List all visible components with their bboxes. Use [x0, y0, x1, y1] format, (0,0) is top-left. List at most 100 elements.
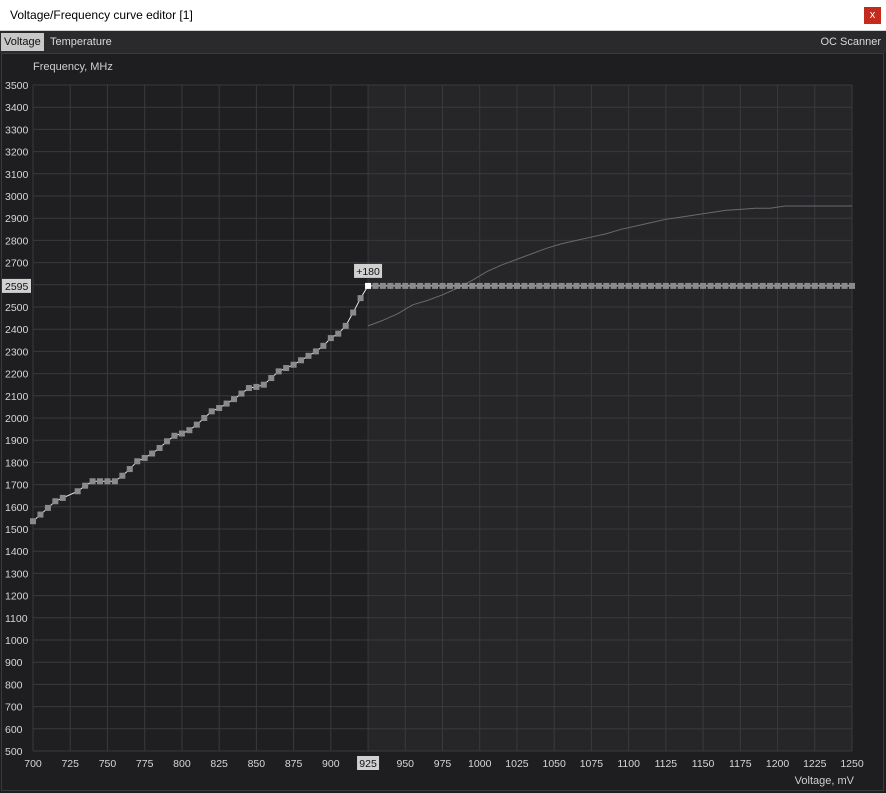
curve-point[interactable]: [82, 482, 89, 489]
curve-point[interactable]: [141, 454, 148, 461]
curve-point[interactable]: [811, 282, 818, 289]
curve-point[interactable]: [647, 282, 654, 289]
curve-point[interactable]: [625, 282, 632, 289]
curve-point[interactable]: [394, 282, 401, 289]
curve-point[interactable]: [283, 365, 290, 372]
curve-point[interactable]: [52, 498, 59, 505]
curve-point[interactable]: [268, 375, 275, 382]
curve-point[interactable]: [521, 282, 528, 289]
curve-point[interactable]: [640, 282, 647, 289]
curve-point[interactable]: [580, 282, 587, 289]
curve-point[interactable]: [402, 282, 409, 289]
curve-point[interactable]: [804, 282, 811, 289]
curve-point[interactable]: [387, 282, 394, 289]
curve-point[interactable]: [506, 282, 513, 289]
curve-point[interactable]: [231, 396, 238, 403]
curve-point[interactable]: [372, 282, 379, 289]
curve-point[interactable]: [588, 282, 595, 289]
curve-point[interactable]: [37, 511, 44, 518]
curve-point[interactable]: [134, 458, 141, 465]
vf-curve-chart[interactable]: 500 600 700 800 900 1000 1100 1200 1300 1400 1500 1…: [0, 0, 886, 793]
curve-point[interactable]: [603, 282, 610, 289]
curve-point[interactable]: [409, 282, 416, 289]
curve-point[interactable]: [767, 282, 774, 289]
curve-point[interactable]: [558, 282, 565, 289]
curve-point[interactable]: [692, 282, 699, 289]
curve-point[interactable]: [253, 383, 260, 390]
curve-point[interactable]: [350, 309, 357, 316]
curve-point[interactable]: [454, 282, 461, 289]
curve-point[interactable]: [633, 282, 640, 289]
curve-point[interactable]: [573, 282, 580, 289]
curve-point[interactable]: [499, 282, 506, 289]
curve-point[interactable]: [97, 478, 104, 485]
curve-point[interactable]: [737, 282, 744, 289]
curve-point[interactable]: [796, 282, 803, 289]
curve-point[interactable]: [44, 504, 51, 511]
curve-point[interactable]: [595, 282, 602, 289]
curve-point[interactable]: [834, 282, 841, 289]
curve-point[interactable]: [171, 432, 178, 439]
curve-point[interactable]: [685, 282, 692, 289]
curve-point[interactable]: [216, 405, 223, 412]
curve-point[interactable]: [305, 352, 312, 359]
curve-point[interactable]: [335, 330, 342, 337]
curve-point[interactable]: [774, 282, 781, 289]
curve-point[interactable]: [238, 390, 245, 397]
curve-point[interactable]: [849, 282, 855, 289]
curve-point[interactable]: [290, 361, 297, 368]
selected-curve-point[interactable]: [365, 282, 372, 289]
curve-point[interactable]: [759, 282, 766, 289]
curve-point[interactable]: [789, 282, 796, 289]
curve-point[interactable]: [119, 472, 126, 479]
curve-point[interactable]: [722, 282, 729, 289]
curve-point[interactable]: [670, 282, 677, 289]
curve-point[interactable]: [476, 282, 483, 289]
curve-point[interactable]: [677, 282, 684, 289]
curve-point[interactable]: [104, 478, 111, 485]
curve-point[interactable]: [245, 385, 252, 392]
curve-point[interactable]: [752, 282, 759, 289]
curve-point[interactable]: [528, 282, 535, 289]
curve-point[interactable]: [536, 282, 543, 289]
curve-point[interactable]: [655, 282, 662, 289]
curve-point[interactable]: [707, 282, 714, 289]
curve-point[interactable]: [424, 282, 431, 289]
curve-point[interactable]: [826, 282, 833, 289]
curve-point[interactable]: [484, 282, 491, 289]
curve-point[interactable]: [551, 282, 558, 289]
curve-point[interactable]: [543, 282, 550, 289]
curve-point[interactable]: [275, 368, 282, 375]
curve-point[interactable]: [432, 282, 439, 289]
curve-point[interactable]: [186, 427, 193, 434]
curve-point[interactable]: [156, 444, 163, 451]
curve-point[interactable]: [491, 282, 498, 289]
curve-point[interactable]: [74, 488, 81, 495]
curve-point[interactable]: [298, 357, 305, 364]
curve-point[interactable]: [223, 400, 230, 407]
curve-point[interactable]: [320, 342, 327, 349]
curve-point[interactable]: [610, 282, 617, 289]
curve-point[interactable]: [89, 478, 96, 485]
curve-point[interactable]: [461, 282, 468, 289]
curve-point[interactable]: [379, 282, 386, 289]
curve-point[interactable]: [439, 282, 446, 289]
curve-point[interactable]: [164, 438, 171, 445]
curve-point[interactable]: [700, 282, 707, 289]
curve-point[interactable]: [417, 282, 424, 289]
curve-point[interactable]: [446, 282, 453, 289]
curve-point[interactable]: [513, 282, 520, 289]
curve-point[interactable]: [357, 295, 364, 302]
curve-point[interactable]: [781, 282, 788, 289]
curve-point[interactable]: [30, 518, 36, 525]
curve-point[interactable]: [312, 348, 319, 355]
curve-point[interactable]: [342, 322, 349, 329]
curve-point[interactable]: [327, 335, 334, 342]
curve-point[interactable]: [729, 282, 736, 289]
curve-point[interactable]: [618, 282, 625, 289]
curve-point[interactable]: [59, 494, 66, 501]
curve-point[interactable]: [193, 421, 200, 428]
curve-point[interactable]: [714, 282, 721, 289]
curve-point[interactable]: [126, 466, 133, 473]
curve-point[interactable]: [178, 430, 185, 437]
